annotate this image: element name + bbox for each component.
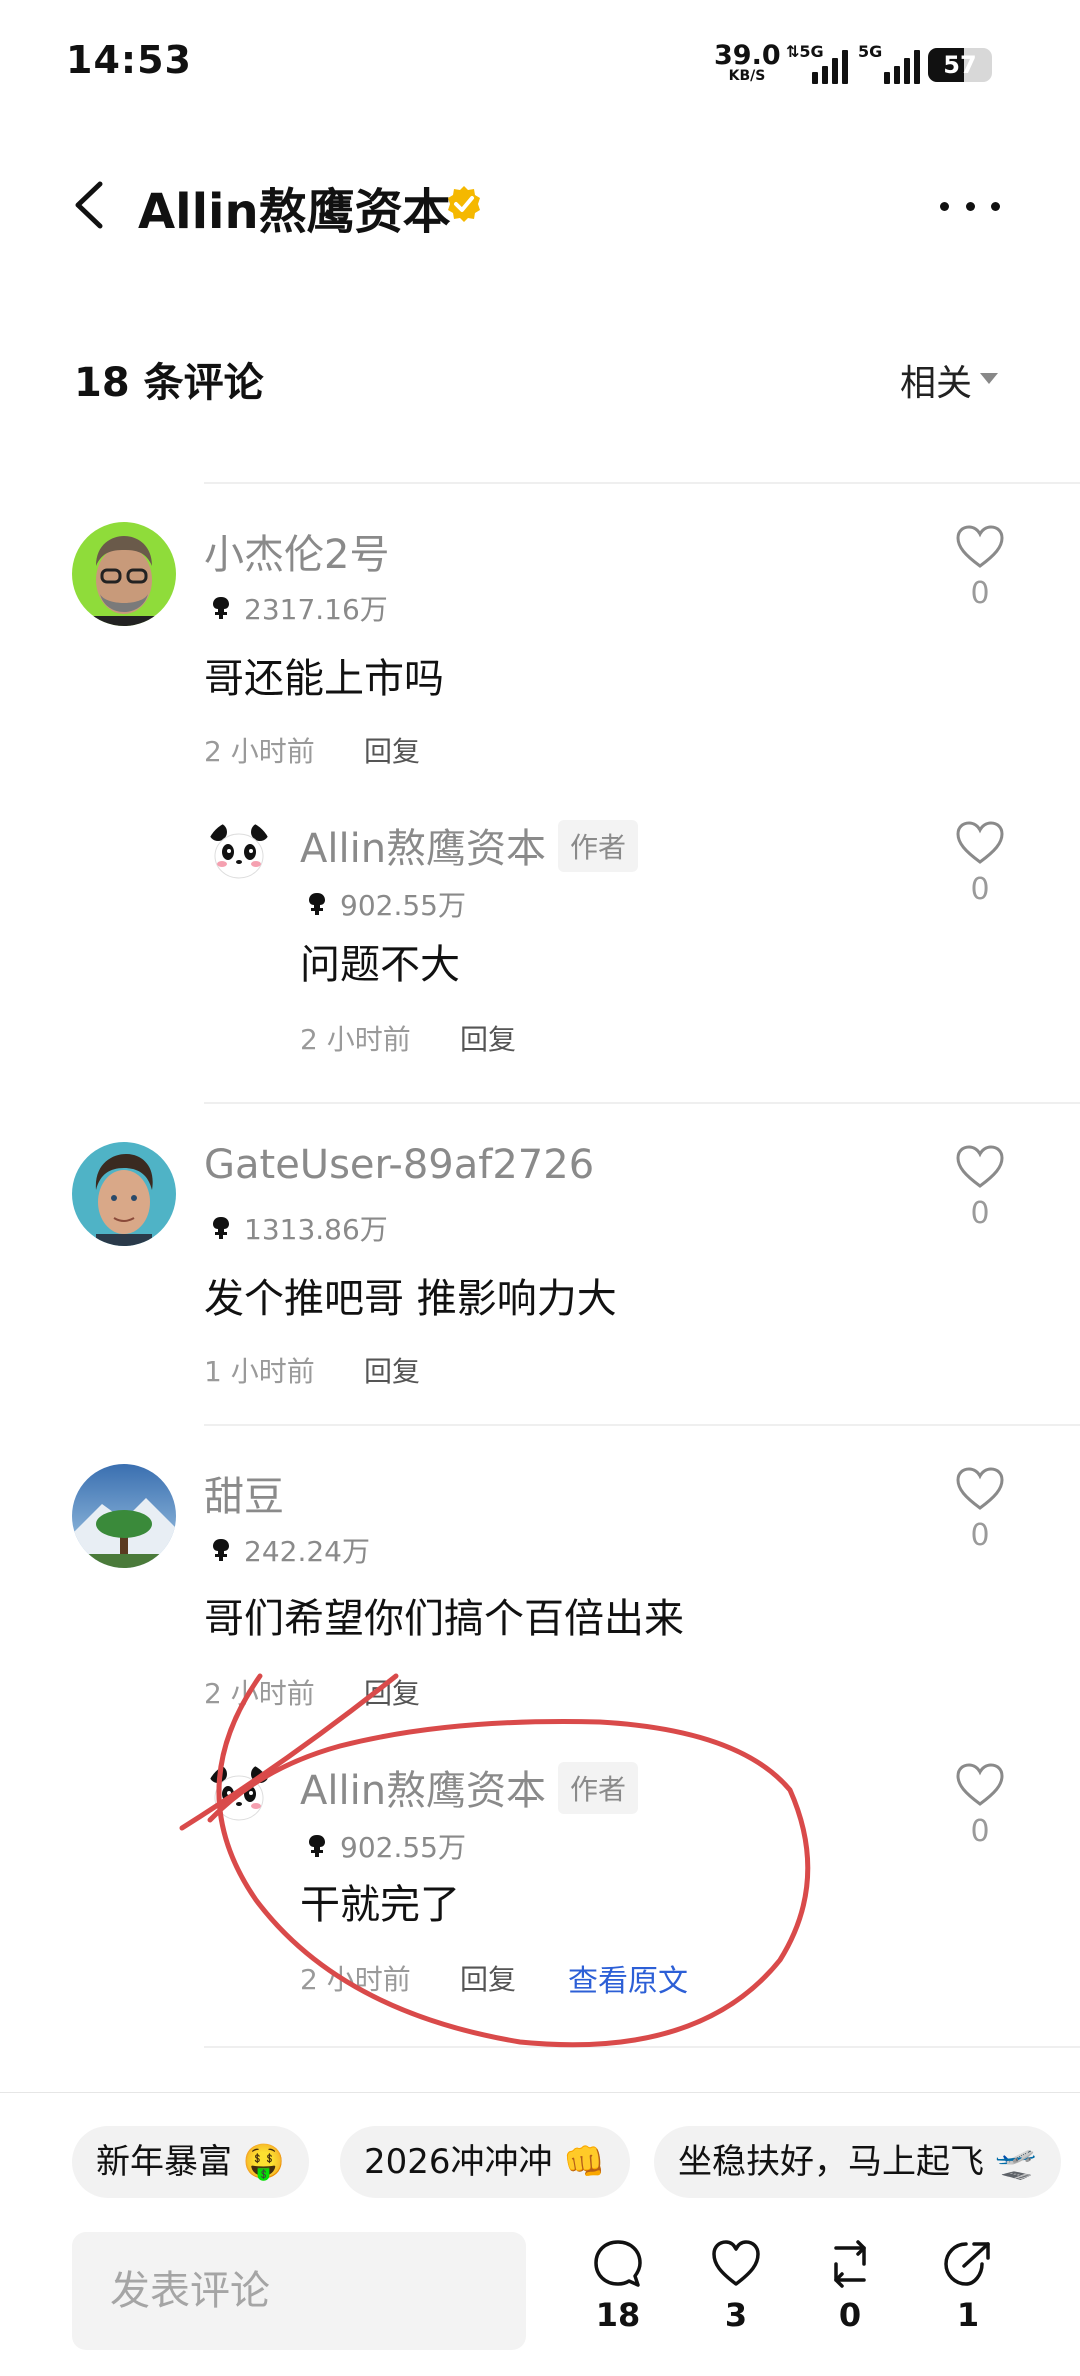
comments-button[interactable]: 18 <box>578 2238 658 2334</box>
heart-icon <box>955 820 1005 866</box>
rank-value: 242.24万 <box>244 1535 370 1568</box>
divider <box>204 1424 1080 1426</box>
quick-reply-chip[interactable]: 新年暴富 🤑 <box>72 2126 310 2198</box>
avatar[interactable] <box>206 1762 272 1828</box>
avatar[interactable] <box>72 522 176 626</box>
author-badge: 作者 <box>558 1762 639 1814</box>
username[interactable]: 小杰伦2号 <box>204 522 389 580</box>
avatar[interactable] <box>72 1464 176 1568</box>
rank-rose-icon <box>210 1215 232 1241</box>
like-button[interactable]: 0 <box>950 1466 1010 1553</box>
divider <box>204 482 1080 484</box>
avatar[interactable] <box>72 1142 176 1246</box>
sort-dropdown[interactable]: 相关 <box>900 354 972 406</box>
comment-count: 18 条评论 <box>74 360 264 406</box>
network-speed: 39.0 KB/S <box>714 40 781 84</box>
like-button[interactable]: 3 <box>696 2238 776 2334</box>
signal-icon-1: ⇅5G <box>786 42 850 84</box>
rank-value: 902.55万 <box>340 1831 466 1864</box>
reply-button[interactable]: 回复 <box>364 1672 420 1712</box>
status-time: 14:53 <box>66 38 192 82</box>
panda-avatar-icon <box>206 820 272 886</box>
back-arrow-icon <box>75 181 103 229</box>
share-icon <box>944 2242 990 2286</box>
like-count: 0 <box>970 1196 990 1231</box>
battery-level: 57 <box>943 51 977 79</box>
back-button[interactable] <box>64 170 120 240</box>
network-speed-value: 39.0 <box>714 40 781 71</box>
username[interactable]: 甜豆 <box>204 1464 284 1522</box>
divider <box>204 2046 1080 2048</box>
verified-badge-icon <box>448 186 480 222</box>
like-count: 0 <box>970 872 990 907</box>
comment-text: 发个推吧哥 推影响力大 <box>204 1276 617 1322</box>
author-badge: 作者 <box>558 820 639 872</box>
comment-time: 2 小时前 <box>300 1963 411 1996</box>
rank-value: 2317.16万 <box>244 593 388 626</box>
reposts-count: 0 <box>838 2296 862 2334</box>
rank-rose-icon <box>306 1833 328 1859</box>
like-button[interactable]: 0 <box>950 1762 1010 1849</box>
like-button[interactable]: 0 <box>950 820 1010 907</box>
share-button[interactable]: 1 <box>928 2238 1008 2334</box>
view-original-link[interactable]: 查看原文 <box>568 1956 688 2000</box>
like-button[interactable]: 0 <box>950 1144 1010 1231</box>
comment-input[interactable]: 发表评论 <box>72 2232 526 2350</box>
like-count: 0 <box>970 576 990 611</box>
reply-button[interactable]: 回复 <box>460 1958 516 1998</box>
comment-text: 哥还能上市吗 <box>204 656 444 702</box>
rank-value: 1313.86万 <box>244 1213 388 1246</box>
user-rank: 902.55万 <box>306 884 466 924</box>
comment-text: 问题不大 <box>300 942 460 988</box>
comment-time: 1 小时前 <box>204 1355 315 1388</box>
comments-count: 18 <box>595 2296 641 2334</box>
shares-count: 1 <box>956 2296 980 2334</box>
quick-reply-chip[interactable]: 2026冲冲冲 👊 <box>340 2126 630 2198</box>
user-rank: 242.24万 <box>210 1530 370 1570</box>
like-button[interactable]: 0 <box>950 524 1010 611</box>
comment-time: 2 小时前 <box>204 735 315 768</box>
username[interactable]: GateUser-89af2726 <box>204 1142 594 1188</box>
like-count: 0 <box>970 1518 990 1553</box>
reply-button[interactable]: 回复 <box>364 730 420 770</box>
avatar[interactable] <box>206 820 272 886</box>
network-speed-unit: KB/S <box>728 68 766 84</box>
user-rank: 1313.86万 <box>210 1208 388 1248</box>
repost-icon <box>834 2240 866 2288</box>
user-rank: 902.55万 <box>306 1826 466 1866</box>
heart-icon <box>955 1466 1005 1512</box>
heart-icon <box>955 1144 1005 1190</box>
sort-chevron-down-icon[interactable] <box>980 373 998 384</box>
reply-button[interactable]: 回复 <box>460 1018 516 1058</box>
heart-icon <box>955 524 1005 570</box>
comment-text: 哥们希望你们搞个百倍出来 <box>204 1596 684 1642</box>
quick-reply-chip[interactable]: 坐稳扶好，马上起飞 🛫 <box>654 2126 1062 2198</box>
comment-text: 干就完了 <box>300 1882 460 1928</box>
repost-button[interactable]: 0 <box>810 2238 890 2334</box>
status-bar: 14:53 39.0 KB/S ⇅5G 5G 57 <box>0 0 1080 130</box>
comment-bubble-icon <box>594 2240 642 2287</box>
signal-icon-2: 5G <box>858 42 922 84</box>
username[interactable]: Allin熬鹰资本 <box>300 816 546 874</box>
page-title: Allin熬鹰资本 <box>138 184 451 240</box>
rank-value: 902.55万 <box>340 889 466 922</box>
like-count: 0 <box>970 1814 990 1849</box>
heart-icon <box>712 2240 760 2286</box>
rank-rose-icon <box>306 891 328 917</box>
comment-time: 2 小时前 <box>300 1023 411 1056</box>
divider <box>204 1102 1080 1104</box>
reply-button[interactable]: 回复 <box>364 1350 420 1390</box>
heart-icon <box>955 1762 1005 1808</box>
likes-count: 3 <box>724 2296 748 2334</box>
signal-label-2: 5G <box>858 42 883 61</box>
panda-avatar-icon <box>206 1762 272 1828</box>
user-rank: 2317.16万 <box>210 588 388 628</box>
more-dots-icon[interactable] <box>940 196 1000 216</box>
battery-icon: 57 <box>928 48 992 82</box>
rank-rose-icon <box>210 595 232 621</box>
comment-time: 2 小时前 <box>204 1677 315 1710</box>
rank-rose-icon <box>210 1537 232 1563</box>
username[interactable]: Allin熬鹰资本 <box>300 1758 546 1816</box>
